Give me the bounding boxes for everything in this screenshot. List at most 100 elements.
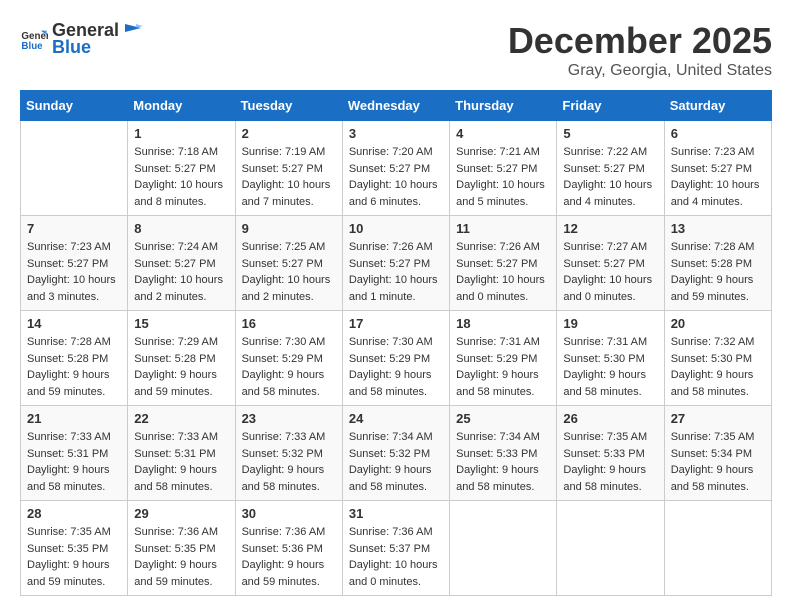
daylight-label: Daylight: 9 hours and 59 minutes. (134, 559, 217, 588)
calendar-cell: 11 Sunrise: 7:26 AMSunset: 5:27 PMDayligh… (450, 216, 557, 311)
calendar-cell: 27Sunrise: 7:35 AMSunset: 5:34 PMDayligh… (664, 406, 771, 501)
cell-content: Sunrise: 7:29 AMSunset: 5:28 PMDaylight:… (134, 334, 228, 400)
day-number: 18 (456, 316, 550, 331)
daylight-label: Daylight: 10 hours and 1 minute. (349, 274, 438, 303)
calendar-cell: 16Sunrise: 7:30 AMSunset: 5:29 PMDayligh… (235, 311, 342, 406)
cell-content: Sunrise: 7:36 AMSunset: 5:37 PMDaylight:… (349, 524, 443, 590)
day-number: 10 (349, 221, 443, 236)
cell-content: Sunrise: 7:19 AMSunset: 5:27 PMDaylight:… (242, 144, 336, 210)
header-saturday: Saturday (664, 91, 771, 121)
day-number: 16 (242, 316, 336, 331)
sunrise-label: Sunrise: 7:30 AM (242, 336, 326, 348)
sunrise-label: Sunrise: 7:18 AM (134, 146, 218, 158)
day-number: 11 (456, 221, 550, 236)
day-number: 14 (27, 316, 121, 331)
day-number: 19 (563, 316, 657, 331)
day-number: 2 (242, 126, 336, 141)
daylight-label: Daylight: 9 hours and 59 minutes. (671, 274, 754, 303)
daylight-label: Daylight: 10 hours and 4 minutes. (671, 179, 760, 208)
month-title: December 2025 (508, 20, 772, 62)
daylight-label: Daylight: 10 hours and 6 minutes. (349, 179, 438, 208)
daylight-label: Daylight: 10 hours and 0 minutes. (563, 274, 652, 303)
daylight-label: Daylight: 9 hours and 58 minutes. (456, 369, 539, 398)
sunset-label: Sunset: 5:37 PM (349, 543, 430, 555)
sunset-label: Sunset: 5:28 PM (134, 353, 215, 365)
day-number: 5 (563, 126, 657, 141)
cell-content: Sunrise: 7:25 AMSunset: 5:27 PMDaylight:… (242, 239, 336, 305)
sunset-label: Sunset: 5:29 PM (242, 353, 323, 365)
day-number: 23 (242, 411, 336, 426)
sunrise-label: Sunrise: 7:28 AM (671, 241, 755, 253)
daylight-label: Daylight: 10 hours and 2 minutes. (134, 274, 223, 303)
sunset-label: Sunset: 5:32 PM (349, 448, 430, 460)
cell-content: Sunrise: 7:30 AMSunset: 5:29 PMDaylight:… (242, 334, 336, 400)
calendar-cell (450, 501, 557, 596)
cell-content: Sunrise: 7:33 AMSunset: 5:32 PMDaylight:… (242, 429, 336, 495)
calendar-cell: 6 Sunrise: 7:23 AMSunset: 5:27 PMDaylight… (664, 121, 771, 216)
day-number: 21 (27, 411, 121, 426)
sunrise-label: Sunrise: 7:33 AM (242, 431, 326, 443)
calendar-cell: 10Sunrise: 7:26 AMSunset: 5:27 PMDayligh… (342, 216, 449, 311)
daylight-label: Daylight: 9 hours and 58 minutes. (27, 464, 110, 493)
sunrise-label: Sunrise: 7:34 AM (456, 431, 540, 443)
cell-content: Sunrise: 7:35 AMSunset: 5:35 PMDaylight:… (27, 524, 121, 590)
calendar-cell: 23 Sunrise: 7:33 AMSunset: 5:32 PMDayligh… (235, 406, 342, 501)
calendar-cell: 2 Sunrise: 7:19 AMSunset: 5:27 PMDaylight… (235, 121, 342, 216)
calendar-cell: 24Sunrise: 7:34 AMSunset: 5:32 PMDayligh… (342, 406, 449, 501)
calendar-cell: 8Sunrise: 7:24 AMSunset: 5:27 PMDaylight… (128, 216, 235, 311)
week-row-3: 14Sunrise: 7:28 AMSunset: 5:28 PMDayligh… (21, 311, 772, 406)
day-number: 15 (134, 316, 228, 331)
sunset-label: Sunset: 5:27 PM (563, 258, 644, 270)
sunset-label: Sunset: 5:31 PM (134, 448, 215, 460)
sunrise-label: Sunrise: 7:23 AM (671, 146, 755, 158)
week-row-5: 28 Sunrise: 7:35 AMSunset: 5:35 PMDayligh… (21, 501, 772, 596)
sunset-label: Sunset: 5:28 PM (671, 258, 752, 270)
sunset-label: Sunset: 5:35 PM (134, 543, 215, 555)
week-row-4: 21Sunrise: 7:33 AMSunset: 5:31 PMDayligh… (21, 406, 772, 501)
cell-content: Sunrise: 7:26 AMSunset: 5:27 PMDaylight:… (456, 239, 550, 305)
header-tuesday: Tuesday (235, 91, 342, 121)
cell-content: Sunrise: 7:18 AMSunset: 5:27 PMDaylight:… (134, 144, 228, 210)
daylight-label: Daylight: 9 hours and 59 minutes. (242, 559, 325, 588)
daylight-label: Daylight: 9 hours and 58 minutes. (671, 464, 754, 493)
cell-content: Sunrise: 7:27 AM Sunset: 5:27 PM Daylight:… (563, 239, 657, 305)
calendar-cell: 30Sunrise: 7:36 AMSunset: 5:36 PMDayligh… (235, 501, 342, 596)
sunrise-label: Sunrise: 7:31 AM (563, 336, 647, 348)
daylight-label: Daylight: 10 hours and 8 minutes. (134, 179, 223, 208)
calendar-header-row: SundayMondayTuesdayWednesdayThursdayFrid… (21, 91, 772, 121)
sunrise-label: Sunrise: 7:33 AM (27, 431, 111, 443)
day-number: 22 (134, 411, 228, 426)
week-row-1: 1Sunrise: 7:18 AMSunset: 5:27 PMDaylight… (21, 121, 772, 216)
sunrise-label: Sunrise: 7:36 AM (134, 526, 218, 538)
cell-content: Sunrise: 7:33 AMSunset: 5:31 PMDaylight:… (27, 429, 121, 495)
location-title: Gray, Georgia, United States (508, 62, 772, 80)
sunset-label: Sunset: 5:27 PM (27, 258, 108, 270)
day-number: 20 (671, 316, 765, 331)
day-number: 7 (27, 221, 121, 236)
sunset-label: Sunset: 5:27 PM (134, 258, 215, 270)
cell-content: Sunrise: 7:36 AM Sunset: 5:35 PM Daylight:… (134, 524, 228, 590)
daylight-label: Daylight: 10 hours and 3 minutes. (27, 274, 116, 303)
sunrise-label: Sunrise: 7:31 AM (456, 336, 540, 348)
calendar-cell: 9Sunrise: 7:25 AMSunset: 5:27 PMDaylight… (235, 216, 342, 311)
daylight-label: Daylight: 9 hours and 59 minutes. (27, 559, 110, 588)
calendar-cell: 7Sunrise: 7:23 AMSunset: 5:27 PMDaylight… (21, 216, 128, 311)
sunset-label: Sunset: 5:35 PM (27, 543, 108, 555)
cell-content: Sunrise: 7:32 AMSunset: 5:30 PMDaylight:… (671, 334, 765, 400)
daylight-label: Daylight: 9 hours and 58 minutes. (456, 464, 539, 493)
header-monday: Monday (128, 91, 235, 121)
sunrise-label: Sunrise: 7:27 AM (563, 241, 647, 253)
page-header: General Blue General Blue December 2025 … (20, 20, 772, 80)
logo-icon: General Blue (20, 25, 48, 53)
calendar-cell: 19Sunrise: 7:31 AMSunset: 5:30 PMDayligh… (557, 311, 664, 406)
day-number: 6 (671, 126, 765, 141)
daylight-label: Daylight: 9 hours and 58 minutes. (349, 369, 432, 398)
day-number: 28 (27, 506, 121, 521)
day-number: 30 (242, 506, 336, 521)
calendar-cell (557, 501, 664, 596)
daylight-label: Daylight: 10 hours and 0 minutes. (456, 274, 545, 303)
sunrise-label: Sunrise: 7:33 AM (134, 431, 218, 443)
daylight-label: Daylight: 9 hours and 58 minutes. (349, 464, 432, 493)
cell-content: Sunrise: 7:23 AMSunset: 5:27 PMDaylight:… (671, 144, 765, 210)
daylight-label: Daylight: 9 hours and 58 minutes. (134, 464, 217, 493)
